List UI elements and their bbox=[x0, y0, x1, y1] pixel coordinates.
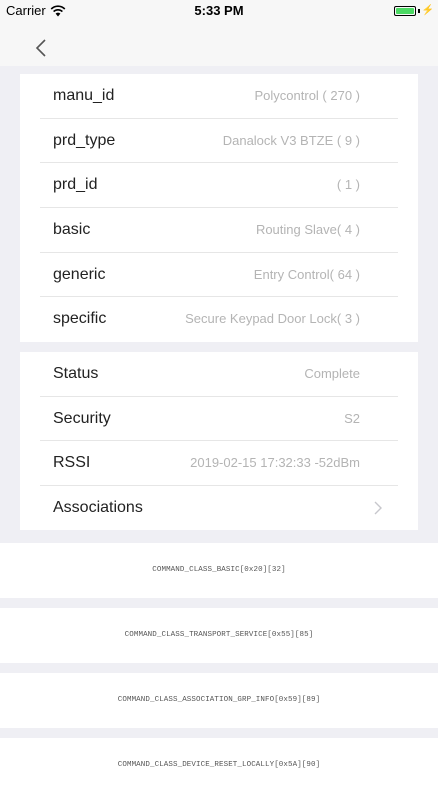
status-bar: Carrier 5:33 PM ⚡ bbox=[0, 0, 438, 20]
row-key: basic bbox=[53, 221, 91, 239]
row-key: Status bbox=[53, 365, 99, 382]
row-value: Danalock V3 BTZE ( 9 ) bbox=[222, 132, 360, 148]
info-row-prd-id: prd_id ( 1 ) bbox=[20, 163, 418, 209]
list-divider bbox=[4, 598, 434, 608]
row-value: Routing Slave( 4 ) bbox=[255, 222, 360, 238]
list-divider bbox=[4, 728, 434, 738]
row-value: Secure Keypad Door Lock( 3 ) bbox=[185, 311, 360, 327]
info-row-basic: basic Routing Slave( 4 ) bbox=[20, 208, 418, 253]
command-class-item[interactable]: COMMAND_CLASS_BASIC[0x20][32] bbox=[0, 543, 438, 598]
command-class-item[interactable]: COMMAND_CLASS_ASSOCIATION_GRP_INFO[0x59]… bbox=[0, 673, 438, 728]
row-key: generic bbox=[53, 265, 106, 283]
status-row-security: Security S2 bbox=[20, 397, 418, 442]
associations-row[interactable]: Associations bbox=[20, 486, 418, 531]
row-key: RSSI bbox=[53, 454, 91, 472]
row-key: prd_type bbox=[53, 131, 116, 149]
info-row-specific: specific Secure Keypad Door Lock( 3 ) bbox=[20, 297, 418, 342]
command-class-item[interactable]: COMMAND_CLASS_TRANSPORT_SERVICE[0x55][85… bbox=[0, 608, 438, 663]
row-key: manu_id bbox=[53, 87, 115, 104]
status-row-status: Status Complete bbox=[20, 352, 418, 397]
row-key: prd_id bbox=[53, 176, 98, 194]
charging-icon: ⚡ bbox=[421, 5, 434, 16]
battery-icon: ⚡ bbox=[393, 5, 434, 16]
row-value: Complete bbox=[304, 366, 360, 381]
command-class-item[interactable]: COMMAND_CLASS_DEVICE_RESET_LOCALLY[0x5A]… bbox=[0, 738, 438, 793]
row-value: 2019-02-15 17:32:33 -52dBm bbox=[190, 455, 360, 471]
row-key: Associations bbox=[53, 499, 143, 517]
command-class-list: COMMAND_CLASS_BASIC[0x20][32] COMMAND_CL… bbox=[0, 543, 438, 793]
row-value: ( 1 ) bbox=[336, 177, 360, 193]
chevron-right-icon bbox=[374, 501, 382, 515]
list-divider bbox=[4, 663, 434, 673]
row-key: Security bbox=[53, 409, 111, 427]
row-value: Polycontrol ( 270 ) bbox=[254, 88, 361, 103]
row-key: specific bbox=[53, 310, 107, 328]
info-row-prd-type: prd_type Danalock V3 BTZE ( 9 ) bbox=[20, 119, 418, 164]
info-row-generic: generic Entry Control( 64 ) bbox=[20, 253, 418, 298]
row-value: Entry Control( 64 ) bbox=[253, 266, 360, 282]
clock: 5:33 PM bbox=[194, 3, 244, 18]
row-value: S2 bbox=[344, 410, 360, 426]
navigation-bar bbox=[0, 20, 438, 66]
status-row-rssi: RSSI 2019-02-15 17:32:33 -52dBm bbox=[20, 441, 418, 487]
info-row-manu-id: manu_id Polycontrol ( 270 ) bbox=[20, 74, 418, 119]
device-status-group: Status Complete Security S2 RSSI 2019-02… bbox=[20, 352, 418, 530]
chevron-left-icon[interactable] bbox=[34, 38, 48, 58]
device-info-group: manu_id Polycontrol ( 270 ) prd_type Dan… bbox=[20, 74, 418, 342]
